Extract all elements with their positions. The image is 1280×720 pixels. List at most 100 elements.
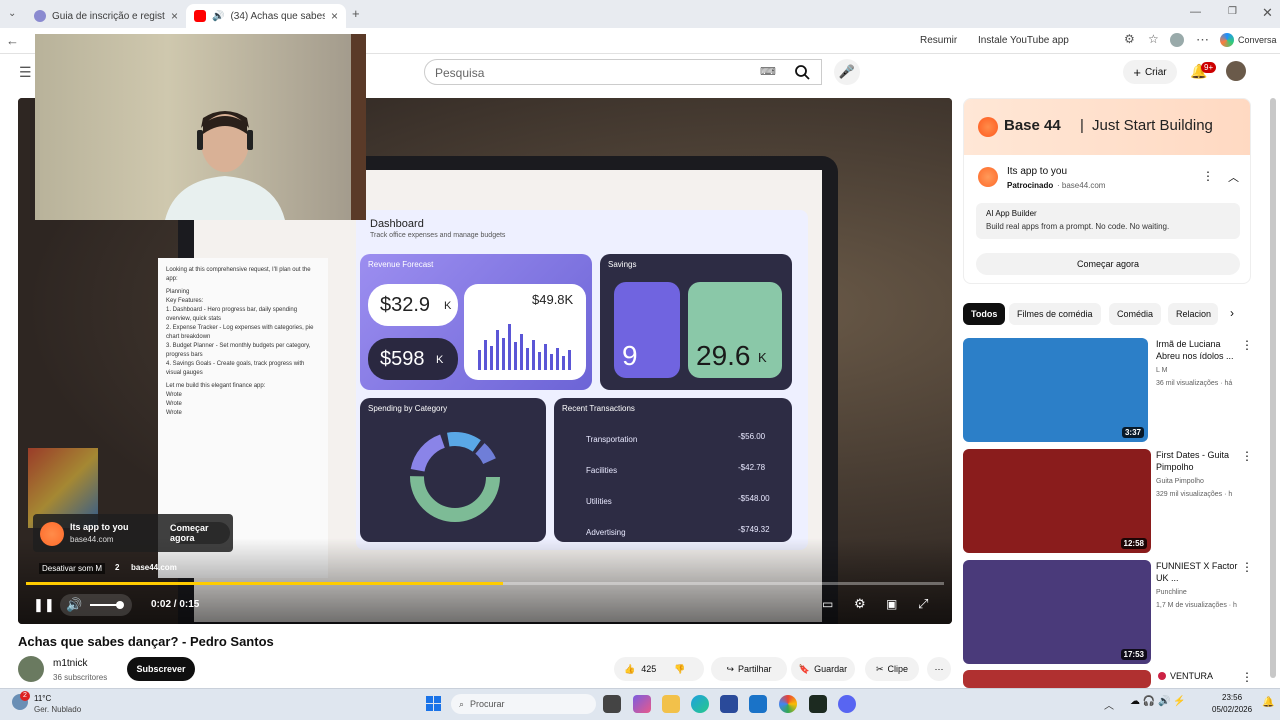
volume-control[interactable]: 🔊 bbox=[60, 594, 132, 616]
tab-2[interactable]: 🔊 (34) Achas que sabes dançar? × bbox=[186, 4, 346, 28]
search-icon: ⌕ bbox=[459, 698, 465, 709]
task-view-icon[interactable] bbox=[603, 695, 621, 713]
weather-desc[interactable]: Ger. Nublado bbox=[34, 705, 81, 714]
extensions-icon[interactable]: ⚙ bbox=[1124, 32, 1135, 46]
new-tab-icon[interactable]: + bbox=[352, 6, 360, 21]
miniplayer-icon[interactable]: ▣ bbox=[886, 597, 897, 611]
maximize-icon[interactable]: ❐ bbox=[1228, 6, 1237, 17]
sidebar-video-channel[interactable]: Punchline bbox=[1156, 589, 1187, 596]
sidebar-video-title[interactable]: First Dates - Guita Pimpolho bbox=[1156, 449, 1240, 473]
ad-overlay[interactable]: Its app to you base44.com Começar agora bbox=[33, 514, 233, 552]
taskbar-search[interactable]: ⌕ Procurar bbox=[451, 694, 596, 714]
fullscreen-icon[interactable]: ⤢ bbox=[918, 596, 928, 612]
minimize-icon[interactable]: — bbox=[1190, 6, 1201, 18]
thumbs-down-icon[interactable]: 👎 bbox=[674, 664, 685, 675]
weather-temp[interactable]: 11°C bbox=[34, 694, 51, 703]
more-vertical-icon[interactable]: ⋮ bbox=[1241, 670, 1253, 684]
chip-all[interactable]: Todos bbox=[963, 303, 1006, 325]
file-explorer-icon[interactable] bbox=[662, 695, 680, 713]
video-thumbnail[interactable]: 12:58 bbox=[963, 449, 1151, 553]
app-icon[interactable] bbox=[809, 695, 827, 713]
outlook-icon[interactable] bbox=[749, 695, 767, 713]
settings-gear-icon[interactable]: ⚙ bbox=[854, 596, 866, 612]
close-icon[interactable]: × bbox=[331, 9, 338, 23]
ad-cta-button[interactable]: Começar agora bbox=[170, 522, 230, 544]
store-icon[interactable] bbox=[720, 695, 738, 713]
page-scrollbar[interactable] bbox=[1270, 98, 1276, 678]
like-button[interactable]: 👍 425 bbox=[624, 664, 656, 675]
create-label: Criar bbox=[1144, 66, 1167, 78]
subtitles-icon[interactable]: ▭ bbox=[822, 597, 833, 611]
copilot-icon[interactable] bbox=[1220, 33, 1234, 47]
more-vertical-icon[interactable]: ⋮ bbox=[1241, 560, 1253, 574]
chevron-up-icon[interactable]: ︿ bbox=[1228, 169, 1239, 185]
person-silhouette bbox=[165, 111, 285, 220]
sidebar-ad-card[interactable]: Base 44 | Just Start Building Its app to… bbox=[963, 98, 1251, 284]
notification-center-icon[interactable]: 🔔 bbox=[1262, 697, 1274, 708]
sidebar-video-channel[interactable]: Guita Pimpolho bbox=[1156, 478, 1204, 485]
sidebar-video-meta: 1,7 M de visualizações · h bbox=[1156, 602, 1237, 609]
more-actions-button[interactable]: ⋯ bbox=[927, 657, 951, 681]
close-icon[interactable]: × bbox=[171, 9, 178, 23]
subscribe-button[interactable]: Subscrever bbox=[127, 657, 195, 681]
save-button[interactable]: 🔖 Guardar bbox=[791, 657, 855, 681]
tray-chevron-icon[interactable]: ︿ bbox=[1104, 697, 1114, 712]
more-vertical-icon[interactable]: ⋮ bbox=[1241, 449, 1253, 463]
copilot-label[interactable]: Conversa bbox=[1238, 35, 1277, 45]
mute-tooltip: Desativar som M bbox=[39, 563, 106, 574]
volume-handle[interactable] bbox=[116, 601, 124, 609]
user-avatar[interactable] bbox=[1226, 61, 1246, 81]
ad-domain-bottom[interactable]: base44.com bbox=[131, 563, 177, 572]
clip-button[interactable]: ✂ Clipe bbox=[865, 657, 919, 681]
clock-time[interactable]: 23:56 bbox=[1222, 693, 1242, 702]
share-button[interactable]: ↪ Partilhar bbox=[711, 657, 787, 681]
windows-start-icon[interactable] bbox=[426, 696, 441, 711]
more-icon[interactable]: ⋯ bbox=[1196, 32, 1209, 48]
channel-name[interactable]: m1tnick bbox=[53, 658, 87, 669]
install-app-label[interactable]: Instale YouTube app bbox=[978, 35, 1069, 46]
ad-cta-button[interactable]: Começar agora bbox=[976, 253, 1240, 275]
edge-icon[interactable] bbox=[691, 695, 709, 713]
window-close-icon[interactable]: ✕ bbox=[1262, 5, 1273, 21]
chip-related[interactable]: Relacion bbox=[1168, 303, 1218, 325]
sidebar-video-title[interactable]: FUNNIEST X Factor UK ... bbox=[1156, 560, 1240, 584]
like-count: 425 bbox=[641, 664, 657, 674]
transaction-amount: -$548.00 bbox=[738, 494, 770, 503]
chat-line: 1. Dashboard - Hero progress bar, daily … bbox=[166, 307, 298, 322]
ad-sponsored: Patrocinado bbox=[1007, 181, 1054, 190]
more-vertical-icon[interactable]: ⋮ bbox=[1241, 338, 1253, 352]
ad-domain: base44.com bbox=[70, 535, 114, 544]
clock-date[interactable]: 05/02/2026 bbox=[1212, 705, 1252, 714]
sidebar-video-channel[interactable]: L M bbox=[1156, 367, 1167, 374]
create-button[interactable]: + Criar bbox=[1123, 60, 1177, 84]
hamburger-menu-icon[interactable]: ☰ bbox=[19, 64, 32, 81]
copilot-app-icon[interactable] bbox=[633, 695, 651, 713]
tab-menu-icon[interactable]: ⌄ bbox=[8, 8, 16, 19]
chip-comedy[interactable]: Comédia bbox=[1109, 303, 1162, 325]
video-thumbnail[interactable]: 17:53 bbox=[963, 560, 1151, 664]
video-thumbnail[interactable] bbox=[963, 670, 1151, 688]
chevron-right-icon[interactable]: › bbox=[1230, 306, 1234, 320]
search-button[interactable] bbox=[786, 59, 822, 85]
spending-label: Spending by Category bbox=[368, 404, 448, 413]
stat-pill: $32.9 K bbox=[368, 284, 458, 326]
resume-label[interactable]: Resumir bbox=[920, 35, 957, 46]
keyboard-icon[interactable]: ⌨ bbox=[760, 65, 776, 78]
channel-avatar[interactable] bbox=[18, 656, 44, 682]
more-vertical-icon[interactable]: ⋮ bbox=[1202, 169, 1214, 183]
volume-icon[interactable]: 🔊 bbox=[66, 597, 82, 613]
chip-comedy-films[interactable]: Filmes de comédia bbox=[1009, 303, 1101, 325]
video-duration: 3:37 bbox=[1121, 427, 1144, 438]
speaker-icon[interactable]: 🔊 bbox=[212, 11, 224, 22]
chrome-icon[interactable] bbox=[779, 695, 797, 713]
profile-icon[interactable] bbox=[1170, 33, 1184, 47]
tab-1[interactable]: Guia de inscrição e registro no Do × bbox=[26, 4, 186, 28]
tray-icons[interactable]: ☁ 🎧 🔊 ⚡ bbox=[1130, 696, 1186, 707]
favorites-icon[interactable]: ☆ bbox=[1148, 32, 1159, 46]
pause-button[interactable]: ❚❚ bbox=[33, 597, 55, 613]
back-icon[interactable]: ← bbox=[6, 33, 19, 48]
video-thumbnail[interactable]: 3:37 bbox=[963, 338, 1148, 442]
discord-icon[interactable] bbox=[838, 695, 856, 713]
microphone-button[interactable]: 🎤 bbox=[834, 59, 860, 85]
sidebar-video-title[interactable]: Irmã de Luciana Abreu nos ídolos ... bbox=[1156, 338, 1240, 362]
